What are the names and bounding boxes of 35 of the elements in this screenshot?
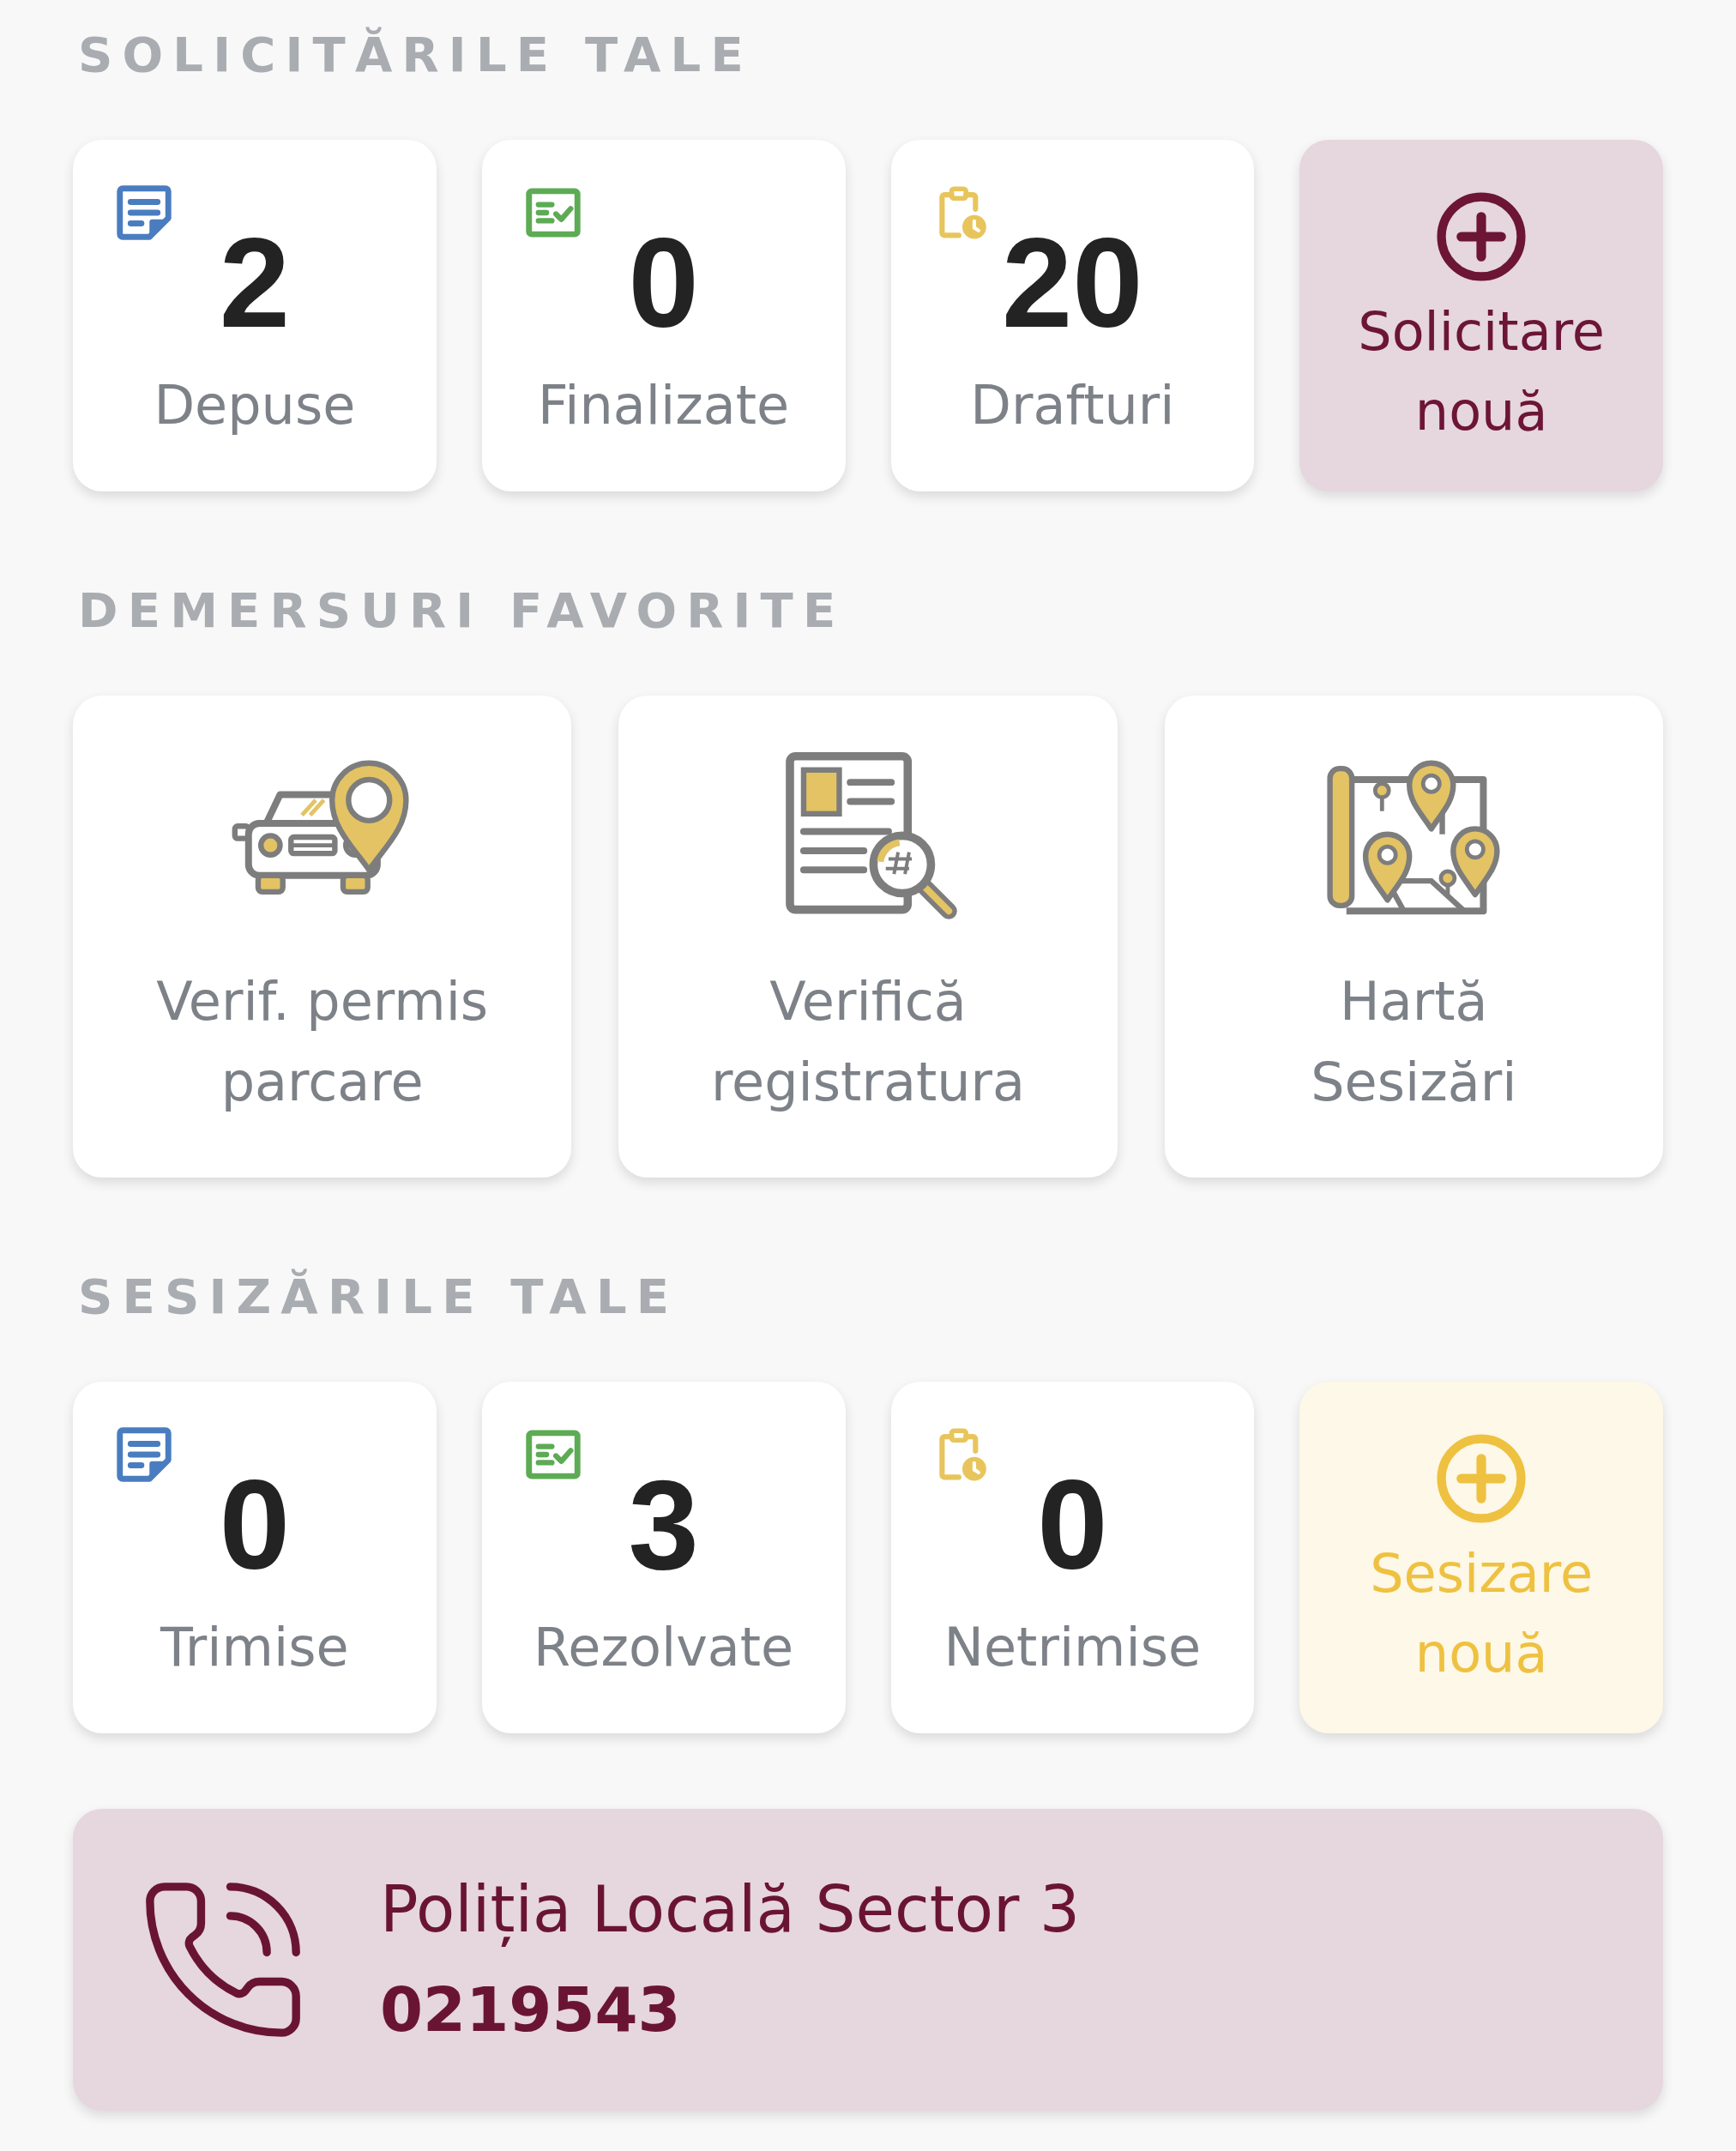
contact-name: Poliția Locală Sector 3 bbox=[380, 1871, 1080, 1949]
stat-count: 2 bbox=[219, 220, 291, 346]
stat-label: Trimise bbox=[159, 1615, 350, 1680]
section-title: DEMERSURI FAVORITE bbox=[77, 581, 847, 639]
stat-card[interactable]: 0 Finalizate bbox=[481, 140, 846, 491]
plus-circle-icon bbox=[1437, 1434, 1527, 1523]
stat-count: 0 bbox=[1037, 1461, 1108, 1588]
stat-label: Rezolvate bbox=[533, 1615, 795, 1680]
checklist-icon bbox=[525, 1427, 581, 1482]
new-request-button[interactable]: Solicitare nouă bbox=[1299, 140, 1663, 491]
stat-label: Depuse bbox=[153, 373, 357, 438]
stat-count: 0 bbox=[219, 1461, 291, 1588]
stat-card[interactable]: 2 Depuse bbox=[73, 140, 437, 491]
phone-icon bbox=[144, 1881, 302, 2039]
stat-card[interactable]: 3 Rezolvate bbox=[481, 1382, 846, 1733]
favorite-card[interactable]: Hartă Sesizări bbox=[1164, 696, 1663, 1178]
contact-card[interactable]: Poliția Locală Sector 3 0219543 bbox=[73, 1809, 1663, 2111]
section-title: SESIZĂRILE TALE bbox=[77, 1268, 680, 1325]
note-icon bbox=[117, 185, 172, 240]
checklist-icon bbox=[525, 185, 581, 240]
favorite-card[interactable]: Verifică registratura bbox=[618, 696, 1118, 1178]
stat-label: Netrimise bbox=[943, 1615, 1203, 1680]
stat-card[interactable]: 0 Netrimise bbox=[890, 1382, 1255, 1733]
stat-count: 0 bbox=[628, 220, 699, 346]
plus-circle-icon bbox=[1437, 192, 1527, 281]
stat-count: 3 bbox=[628, 1461, 699, 1588]
stat-card[interactable]: 0 Trimise bbox=[73, 1382, 437, 1733]
stat-label: Finalizate bbox=[537, 373, 791, 438]
favorite-card[interactable]: Verif. permis parcare bbox=[73, 696, 572, 1178]
contact-phone: 0219543 bbox=[380, 1973, 682, 2047]
stat-label: Drafturi bbox=[969, 373, 1176, 438]
note-icon bbox=[117, 1427, 172, 1482]
stat-count: 20 bbox=[1002, 220, 1143, 346]
section-title: SOLICITĂRILE TALE bbox=[77, 26, 754, 83]
stat-card[interactable]: 20 Drafturi bbox=[890, 140, 1255, 491]
